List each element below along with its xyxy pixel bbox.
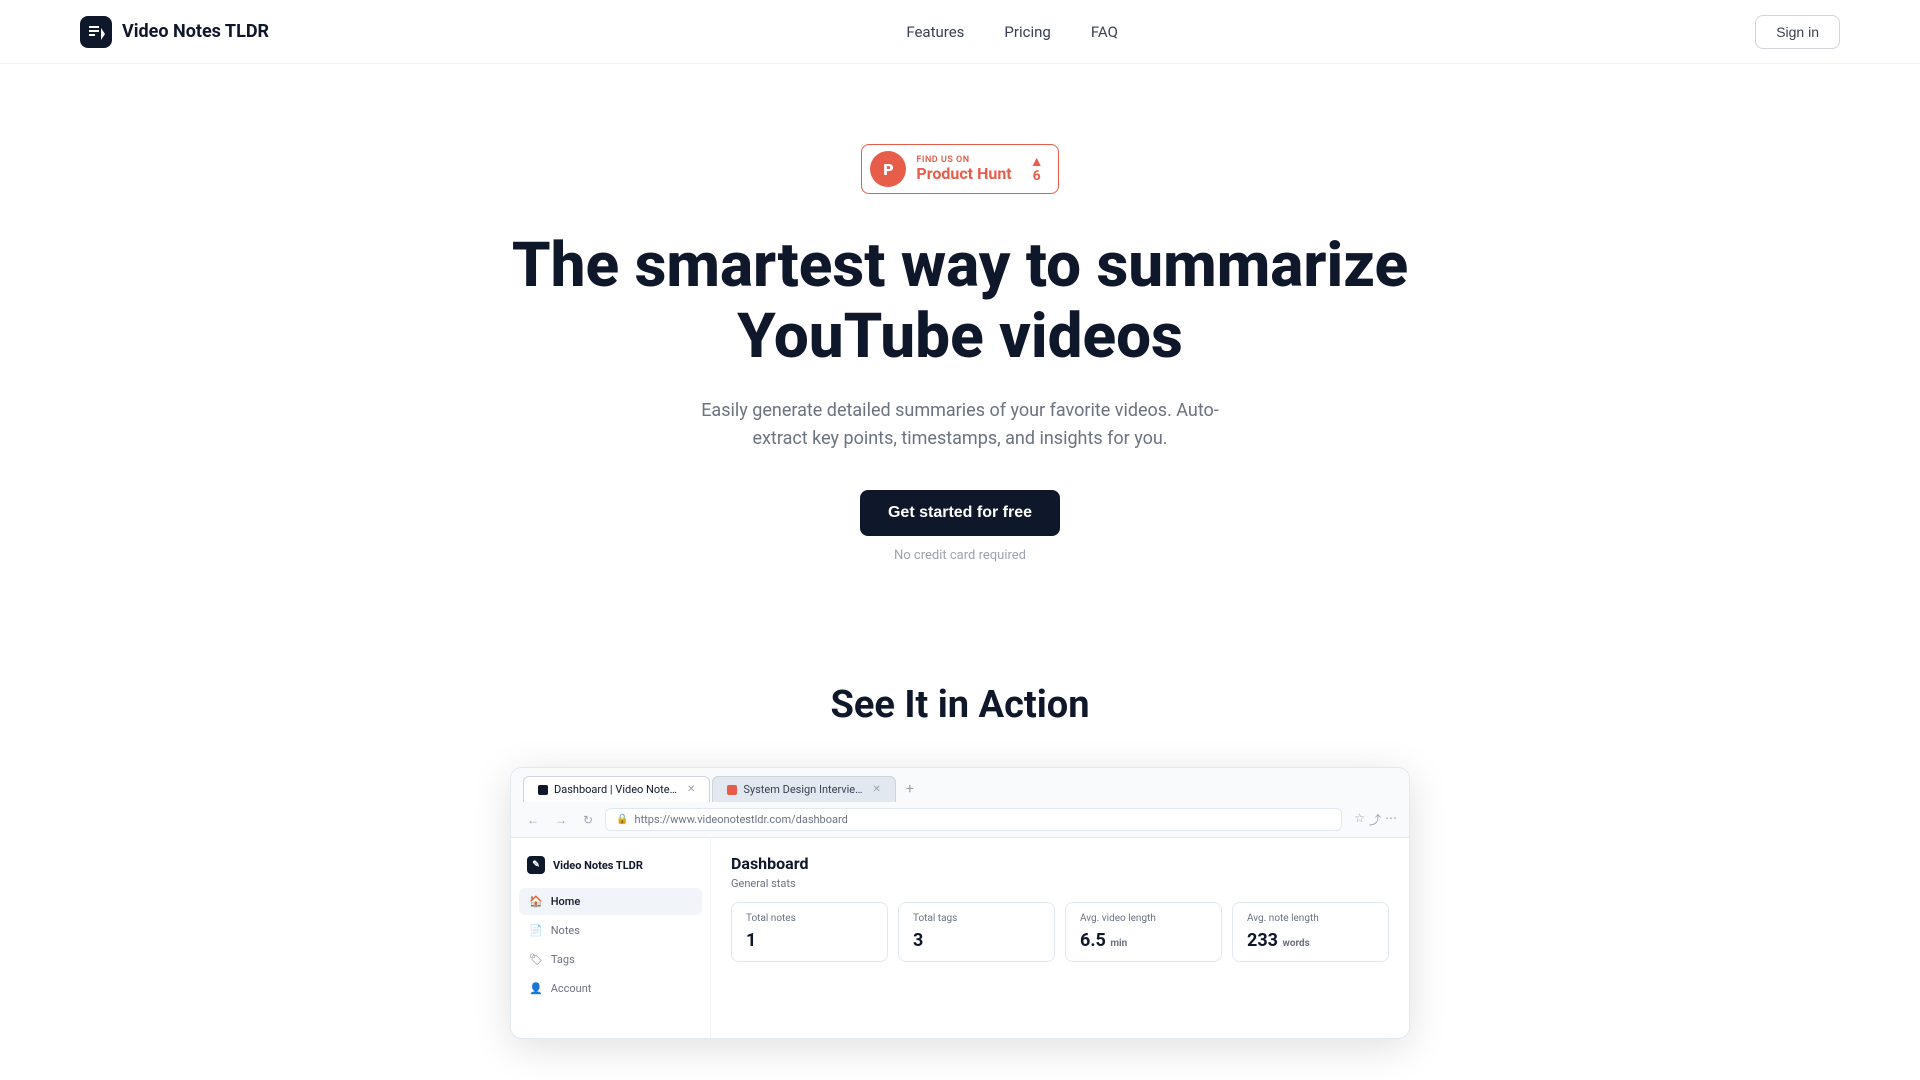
tab-favicon-system	[727, 785, 737, 795]
section-title: See It in Action	[830, 683, 1089, 727]
browser-tab-system[interactable]: System Design Intervie… ✕	[712, 776, 896, 802]
tab-add-button[interactable]: +	[898, 777, 922, 801]
back-button[interactable]: ←	[523, 811, 543, 829]
browser-controls: ← → ↻ 🔒 https://www.videonotestldr.com/d…	[511, 802, 1409, 837]
stat-unit-video: min	[1110, 938, 1127, 949]
share-icon[interactable]: ⤴	[1369, 811, 1381, 828]
stat-value-note-length: 233 words	[1247, 930, 1374, 951]
navbar: Video Notes TLDR Features Pricing FAQ Si…	[0, 0, 1920, 64]
stat-label-notes: Total notes	[746, 913, 873, 924]
sidebar-label-notes: Notes	[551, 924, 580, 937]
ph-arrow-icon: ▲	[1030, 155, 1044, 169]
logo-icon	[80, 16, 112, 48]
notes-icon: 📄	[529, 924, 543, 937]
stat-label-video-length: Avg. video length	[1080, 913, 1207, 924]
nav-links: Features Pricing FAQ	[906, 23, 1118, 41]
product-hunt-badge[interactable]: P FIND US ON Product Hunt ▲ 6	[861, 144, 1058, 194]
sidebar-item-home[interactable]: 🏠 Home	[519, 888, 702, 915]
dashboard-title: Dashboard	[731, 854, 1389, 873]
url-text: https://www.videonotestldr.com/dashboard	[635, 813, 848, 826]
hero-subtitle: Easily generate detailed summaries of yo…	[680, 397, 1240, 455]
sign-in-button[interactable]: Sign in	[1755, 15, 1840, 49]
app-sidebar: ✎ Video Notes TLDR 🏠 Home 📄 Notes 🏷 Tags	[511, 838, 711, 1038]
stat-unit-note: words	[1282, 938, 1309, 949]
hero-title: The smartest way to summarize YouTube vi…	[510, 230, 1410, 373]
stat-value-tags: 3	[913, 930, 1040, 951]
tab-favicon-dashboard	[538, 785, 548, 795]
stat-card-tags: Total tags 3	[898, 902, 1055, 962]
nav-link-features[interactable]: Features	[906, 23, 964, 41]
hero-section: P FIND US ON Product Hunt ▲ 6 The smarte…	[0, 64, 1920, 623]
stat-card-video-length: Avg. video length 6.5 min	[1065, 902, 1222, 962]
sidebar-item-tags[interactable]: 🏷 Tags	[519, 946, 702, 973]
tab-label-dashboard: Dashboard | Video Note…	[554, 783, 677, 796]
sidebar-label-home: Home	[551, 895, 581, 908]
sidebar-label-tags: Tags	[551, 953, 575, 966]
stat-card-notes: Total notes 1	[731, 902, 888, 962]
url-bar[interactable]: 🔒 https://www.videonotestldr.com/dashboa…	[605, 808, 1342, 831]
browser-tabs: Dashboard | Video Note… ✕ System Design …	[511, 768, 1409, 802]
ph-logo: P	[870, 151, 906, 187]
tab-label-system: System Design Intervie…	[743, 783, 862, 796]
home-icon: 🏠	[529, 895, 543, 908]
tab-close-dashboard[interactable]: ✕	[687, 784, 695, 795]
bookmark-icon[interactable]: ☆	[1354, 811, 1365, 828]
browser-mockup: Dashboard | Video Note… ✕ System Design …	[510, 767, 1410, 1039]
reload-button[interactable]: ↻	[579, 811, 597, 829]
stats-grid: Total notes 1 Total tags 3 Avg. video le…	[731, 902, 1389, 962]
stat-value-notes: 1	[746, 930, 873, 951]
lock-icon: 🔒	[616, 814, 628, 825]
browser-right-controls: ☆ ⤴ ⋯	[1354, 811, 1397, 828]
tags-icon: 🏷	[529, 953, 543, 966]
ph-count: 6	[1033, 169, 1041, 183]
app-content: ✎ Video Notes TLDR 🏠 Home 📄 Notes 🏷 Tags	[511, 838, 1409, 1038]
nav-logo[interactable]: Video Notes TLDR	[80, 16, 269, 48]
ph-text: FIND US ON Product Hunt	[916, 155, 1011, 183]
action-section: See It in Action Dashboard | Video Note……	[0, 623, 1920, 1039]
stat-value-video-length: 6.5 min	[1080, 930, 1207, 951]
logo-text: Video Notes TLDR	[122, 21, 269, 42]
stat-label-tags: Total tags	[913, 913, 1040, 924]
stat-card-note-length: Avg. note length 233 words	[1232, 902, 1389, 962]
account-icon: 👤	[529, 982, 543, 995]
more-icon[interactable]: ⋯	[1385, 811, 1397, 828]
ph-upvote: ▲ 6	[1030, 155, 1044, 183]
sidebar-logo: ✎ Video Notes TLDR	[519, 850, 702, 880]
sidebar-label-account: Account	[551, 982, 592, 995]
stat-label-note-length: Avg. note length	[1247, 913, 1374, 924]
no-credit-card-label: No credit card required	[894, 548, 1026, 563]
browser-tab-dashboard[interactable]: Dashboard | Video Note… ✕	[523, 776, 710, 802]
sidebar-item-notes[interactable]: 📄 Notes	[519, 917, 702, 944]
app-main: Dashboard General stats Total notes 1 To…	[711, 838, 1409, 1038]
dashboard-subtitle: General stats	[731, 877, 1389, 890]
sidebar-item-account[interactable]: 👤 Account	[519, 975, 702, 1002]
nav-link-pricing[interactable]: Pricing	[1004, 23, 1050, 41]
forward-button[interactable]: →	[551, 811, 571, 829]
cta-button[interactable]: Get started for free	[860, 490, 1060, 536]
sidebar-logo-icon: ✎	[527, 856, 545, 874]
ph-name: Product Hunt	[916, 165, 1011, 183]
nav-link-faq[interactable]: FAQ	[1091, 23, 1118, 41]
sidebar-logo-text: Video Notes TLDR	[553, 859, 643, 872]
browser-chrome: Dashboard | Video Note… ✕ System Design …	[511, 768, 1409, 838]
tab-close-system[interactable]: ✕	[873, 784, 881, 795]
